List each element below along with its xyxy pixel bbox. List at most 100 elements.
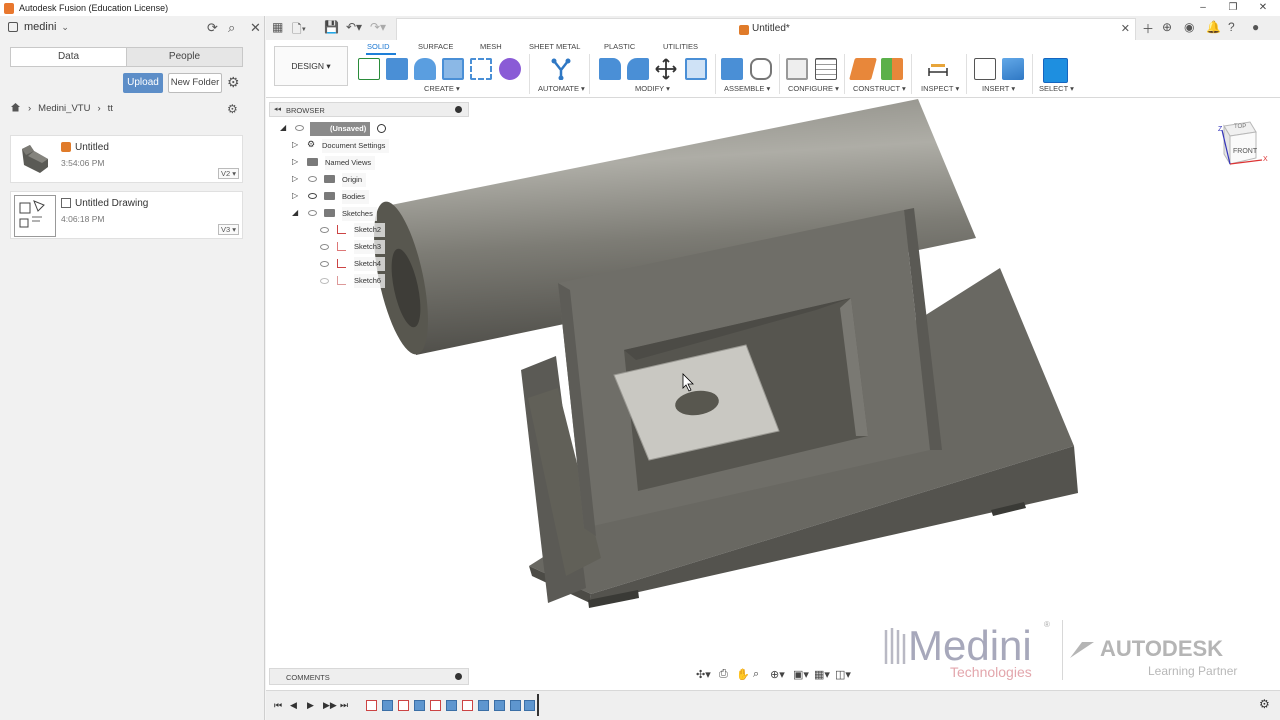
eye-icon[interactable] (320, 227, 329, 233)
configuration-table-icon[interactable] (815, 58, 837, 80)
browser-root[interactable]: (Unsaved) (310, 122, 371, 136)
midplane-icon[interactable] (881, 58, 903, 80)
refresh-icon[interactable]: ⟳ (207, 20, 218, 36)
extensions-icon[interactable]: ⊕ (1162, 20, 1172, 34)
timeline-feature[interactable] (446, 700, 457, 711)
file-menu-icon[interactable]: 🗋▾ (292, 20, 306, 41)
tab-solid[interactable]: SOLID (367, 42, 390, 51)
browser-named-views[interactable]: Named Views (325, 156, 376, 170)
tab-people[interactable]: People (127, 48, 242, 66)
viewcube-top-label[interactable]: TOP (1234, 124, 1246, 130)
tab-plastic[interactable]: PLASTIC (604, 42, 635, 51)
help-icon[interactable]: ? (1228, 20, 1235, 34)
tab-sheet-metal[interactable]: SHEET METAL (529, 42, 580, 51)
undo-icon[interactable]: ↶▾ (346, 20, 362, 34)
inspect-group-label[interactable]: INSPECT ▾ (921, 84, 959, 93)
version-badge[interactable]: V2 ▾ (217, 168, 239, 179)
select-group-label[interactable]: SELECT ▾ (1039, 84, 1074, 93)
modify-group-label[interactable]: MODIFY ▾ (635, 84, 670, 93)
timeline-feature[interactable] (478, 700, 489, 711)
grid-settings-icon[interactable]: ▦▾ (814, 668, 830, 681)
timeline-feature[interactable] (382, 700, 393, 711)
joint-icon[interactable] (750, 58, 772, 80)
tab-data[interactable]: Data (11, 48, 126, 66)
comments-add-icon[interactable] (455, 673, 462, 680)
browser-sketches[interactable]: Sketches (342, 207, 377, 221)
new-component-icon[interactable] (721, 58, 743, 80)
redo-icon[interactable]: ↷▾ (370, 20, 386, 34)
timeline-settings-icon[interactable]: ⚙ (1259, 697, 1270, 711)
timeline-sketch-feature[interactable] (366, 700, 377, 711)
expand-triangle-icon[interactable]: ▷ (292, 174, 298, 183)
browser-sketch-item[interactable]: Sketch3 (354, 240, 386, 254)
close-document-icon[interactable]: ✕ (1121, 22, 1130, 35)
minimize-button[interactable]: – (1188, 0, 1218, 16)
file-card[interactable]: Untitled 3:54:06 PM V2 ▾ (10, 135, 243, 183)
move-icon[interactable] (655, 58, 677, 80)
file-name[interactable]: Untitled (75, 142, 109, 153)
timeline-sketch-feature[interactable] (398, 700, 409, 711)
comments-panel-header[interactable]: COMMENTS (269, 668, 469, 685)
close-panel-icon[interactable]: ✕ (250, 20, 261, 36)
timeline-sketch-feature[interactable] (462, 700, 473, 711)
grid-menu-icon[interactable]: ▦ (272, 20, 283, 34)
avatar[interactable]: ● (1252, 20, 1259, 34)
timeline-feature[interactable] (510, 700, 521, 711)
offset-plane-icon[interactable] (849, 58, 877, 80)
tab-mesh[interactable]: MESH (480, 42, 502, 51)
eye-icon[interactable] (320, 278, 329, 284)
model-view[interactable] (266, 98, 1280, 720)
gear-icon[interactable]: ⚙ (227, 74, 240, 91)
timeline-first-icon[interactable]: ⏮ (274, 700, 282, 711)
save-icon[interactable]: 💾 (324, 20, 339, 34)
canvas-viewport[interactable]: TOP FRONT X Z (266, 98, 1280, 720)
configure-group-label[interactable]: CONFIGURE ▾ (788, 84, 839, 93)
press-pull-icon[interactable] (599, 58, 621, 80)
new-tab-icon[interactable]: ＋ (1142, 20, 1154, 37)
form-icon[interactable] (499, 58, 521, 80)
expand-triangle-icon[interactable]: ▷ (292, 191, 298, 200)
file-card[interactable]: Untitled Drawing 4:06:18 PM V3 ▾ (10, 191, 243, 239)
version-badge[interactable]: V3 ▾ (217, 224, 239, 235)
document-tab[interactable]: Untitled* ✕ (396, 18, 1136, 40)
eye-icon[interactable] (308, 176, 317, 182)
tab-utilities[interactable]: UTILITIES (663, 42, 698, 51)
viewcube-front-label[interactable]: FRONT (1233, 148, 1257, 155)
revolve-icon[interactable] (414, 58, 436, 80)
eye-icon[interactable] (308, 193, 317, 199)
timeline-feature[interactable] (494, 700, 505, 711)
viewports-icon[interactable]: ◫▾ (835, 668, 851, 681)
collapse-triangle-icon[interactable]: ◢ (280, 123, 286, 132)
browser-pin-icon[interactable] (455, 106, 462, 113)
insert-derive-icon[interactable] (974, 58, 996, 80)
eye-icon[interactable] (295, 125, 304, 131)
timeline-feature[interactable] (414, 700, 425, 711)
collapse-browser-icon[interactable]: ◂◂ (274, 105, 281, 113)
close-window-button[interactable]: ✕ (1248, 0, 1278, 16)
upload-button[interactable]: Upload (123, 73, 163, 93)
browser-bodies[interactable]: Bodies (342, 190, 369, 204)
activate-radio-icon[interactable] (377, 124, 386, 133)
pan-icon[interactable]: ✋ (736, 668, 750, 681)
orbit-icon[interactable]: ✣▾ (696, 668, 711, 681)
zoom-window-icon[interactable]: ⊕▾ (770, 668, 785, 681)
measure-icon[interactable] (927, 58, 949, 80)
workspace-switcher[interactable]: DESIGN ▾ (274, 46, 348, 86)
browser-sketch-item[interactable]: Sketch2 (354, 223, 386, 237)
home-icon[interactable] (10, 102, 21, 115)
pattern-icon[interactable] (470, 58, 492, 80)
tab-surface[interactable]: SURFACE (418, 42, 453, 51)
zoom-icon[interactable]: ⌕ (753, 668, 759, 681)
new-folder-button[interactable]: New Folder (168, 73, 222, 93)
create-group-label[interactable]: CREATE ▾ (424, 84, 460, 93)
chevron-down-icon[interactable]: ⌄ (61, 22, 69, 33)
eye-icon[interactable] (308, 210, 317, 216)
collapse-triangle-icon[interactable]: ◢ (292, 208, 298, 217)
cloud-settings-icon[interactable]: ⚙ (227, 102, 238, 116)
search-icon[interactable]: ⌕ (228, 20, 235, 36)
assemble-group-label[interactable]: ASSEMBLE ▾ (724, 84, 770, 93)
extrude-icon[interactable] (386, 58, 408, 80)
notifications-icon[interactable]: 🔔 (1206, 20, 1221, 34)
insert-group-label[interactable]: INSERT ▾ (982, 84, 1015, 93)
display-settings-icon[interactable]: ▣▾ (793, 668, 809, 681)
